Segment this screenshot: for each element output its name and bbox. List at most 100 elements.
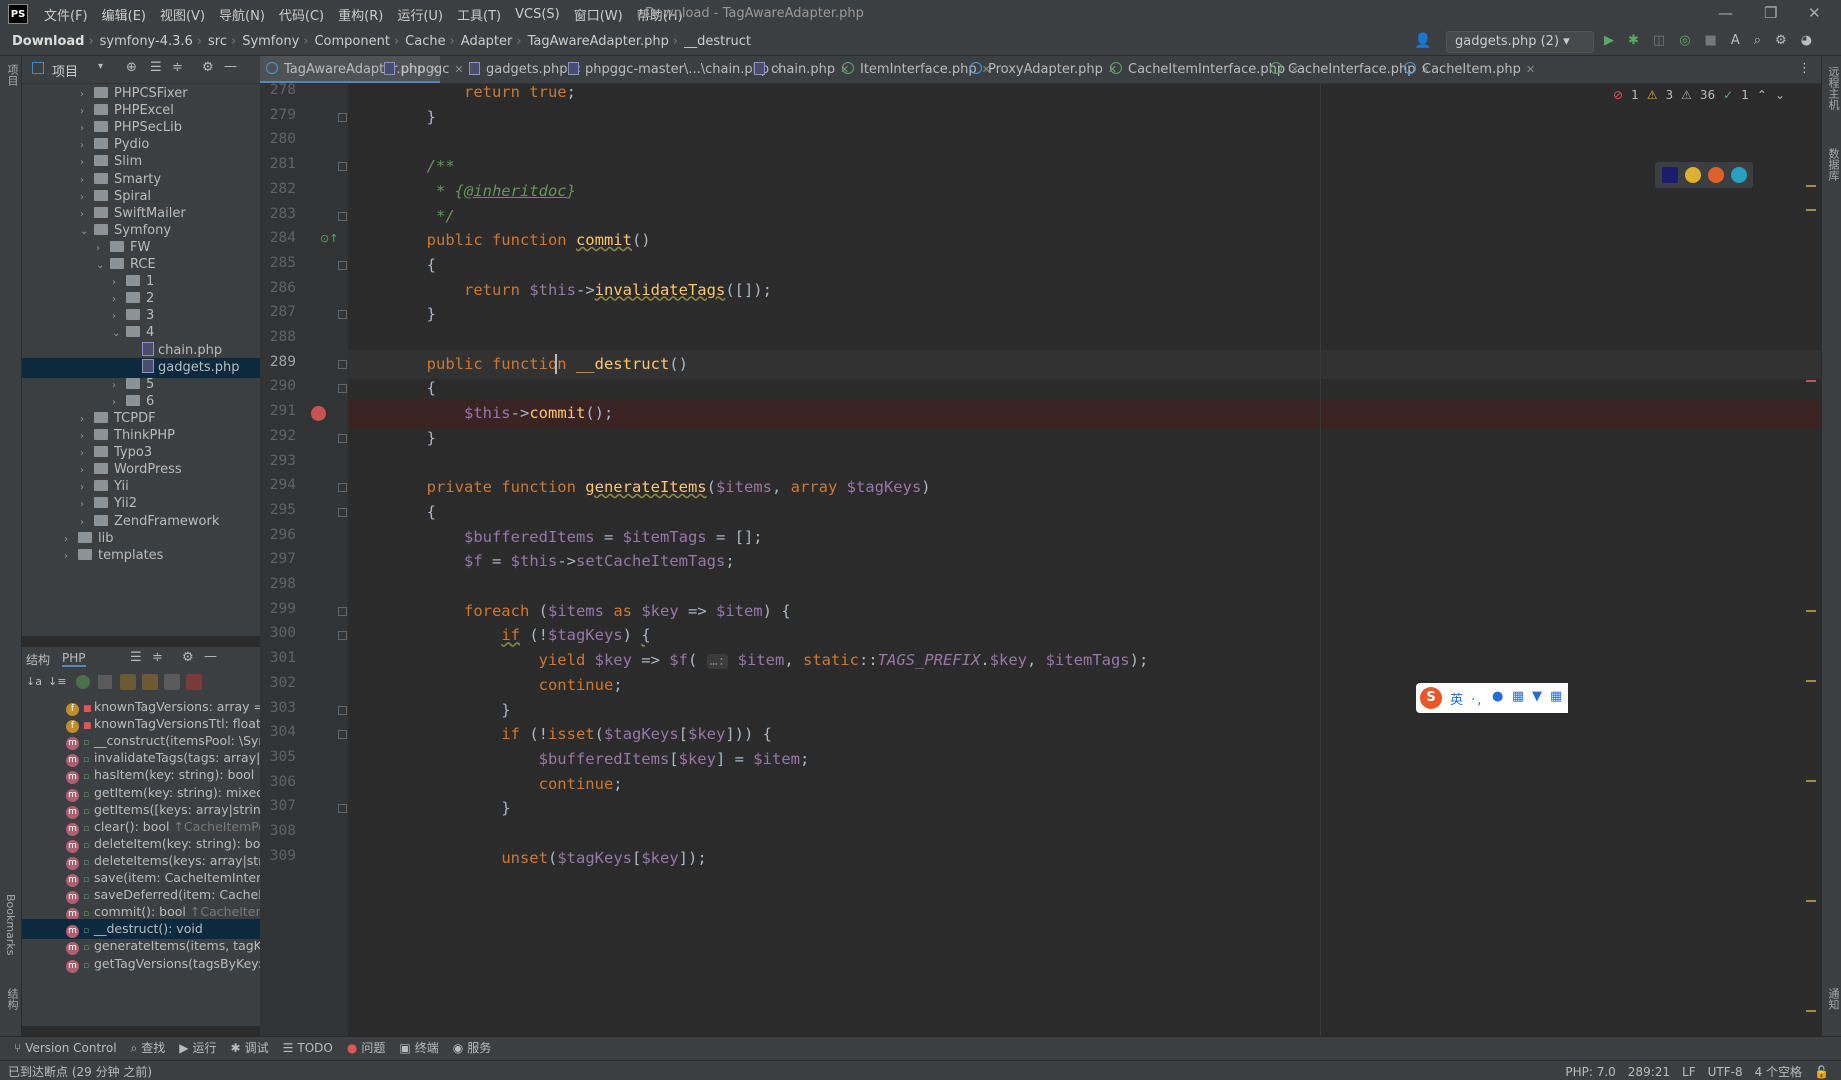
tree-item[interactable]: › templates	[22, 546, 260, 566]
fold-marker-icon[interactable]	[338, 433, 347, 443]
tab-structure[interactable]: 结构	[26, 651, 50, 668]
tab-php[interactable]: PHP	[62, 651, 86, 667]
breadcrumb-item[interactable]: Symfony	[242, 34, 299, 49]
line-separator[interactable]: LF	[1682, 1065, 1696, 1079]
close-icon[interactable]: ✕	[1526, 63, 1535, 76]
menu-item[interactable]: 导航(N)	[219, 5, 265, 24]
scroll-marker[interactable]	[1806, 780, 1816, 782]
php-level[interactable]: PHP: 7.0	[1565, 1065, 1615, 1079]
keyboard-icon[interactable]: ▦	[1512, 689, 1524, 704]
tab-file[interactable]: phpggc ✕	[378, 56, 464, 83]
collapse-all-icon[interactable]: ≑	[152, 650, 163, 665]
gear-icon[interactable]: ⚙	[182, 650, 194, 665]
chevron-right-icon[interactable]: ›	[64, 547, 74, 567]
fold-marker-icon[interactable]	[338, 705, 347, 715]
show-constants-icon[interactable]	[142, 674, 158, 690]
tab-file[interactable]: chain.php ✕	[748, 56, 849, 83]
sort-alpha-icon[interactable]: ↓a	[26, 675, 42, 688]
user-icon[interactable]: 👤	[1414, 33, 1431, 49]
scroll-marker[interactable]	[1806, 1010, 1816, 1012]
scroll-marker[interactable]	[1806, 680, 1816, 682]
coverage-icon[interactable]: ◫	[1653, 33, 1665, 48]
lock-icon[interactable]: 🔓	[1814, 1065, 1829, 1079]
notifications-tool-button[interactable]: 通知	[1825, 988, 1841, 1010]
chrome-icon[interactable]	[1685, 167, 1701, 183]
expand-all-icon[interactable]: ☰	[130, 650, 142, 665]
close-icon[interactable]: ✕	[1808, 4, 1821, 22]
collapse-all-icon[interactable]: ≑	[172, 60, 183, 75]
translate-icon[interactable]: A	[1731, 33, 1740, 48]
hide-icon[interactable]: —	[224, 59, 237, 74]
structure-tool-button[interactable]: 结构	[4, 988, 20, 1010]
tool-window-button[interactable]: ▶ 运行	[179, 1037, 216, 1060]
fold-marker-icon[interactable]	[338, 384, 347, 394]
fold-marker-icon[interactable]	[338, 631, 347, 641]
fold-marker-icon[interactable]	[338, 211, 347, 221]
show-private-icon[interactable]	[186, 674, 202, 690]
code-area[interactable]: return true; } /** * {@inheritdoc} */ pu…	[348, 84, 1821, 1037]
tab-file[interactable]: CacheItem.php ✕	[1398, 56, 1535, 83]
scroll-marker[interactable]	[1806, 380, 1816, 382]
menu-item[interactable]: 视图(V)	[160, 5, 205, 24]
structure-item[interactable]: m ▫ getTagVersions(tagsByKey:	[22, 954, 260, 974]
sort-visibility-icon[interactable]: ↓≡	[48, 675, 66, 688]
ime-mode-label[interactable]: 英 ·,	[1450, 689, 1483, 708]
tool-window-button[interactable]: ✱ 调试	[231, 1037, 269, 1060]
breadcrumb-item[interactable]: __destruct	[684, 34, 751, 49]
inherited-icon[interactable]	[76, 675, 90, 689]
indent-setting[interactable]: 4 个空格	[1755, 1063, 1802, 1080]
project-panel-title[interactable]: 项目	[52, 61, 78, 80]
status-message[interactable]: 已到达断点 (29 分钟 之前)	[8, 1063, 152, 1080]
fields-filter-icon[interactable]	[98, 675, 112, 689]
fold-marker-icon[interactable]	[338, 359, 347, 369]
update-icon[interactable]: ◕	[1801, 33, 1812, 48]
minimize-icon[interactable]: —	[1718, 4, 1733, 22]
gear-icon[interactable]: ⚙	[202, 60, 214, 75]
remote-host-tool-button[interactable]: 远程主机	[1825, 66, 1841, 110]
breadcrumb-item[interactable]: src	[208, 34, 227, 49]
profile-icon[interactable]: ◎	[1679, 33, 1690, 48]
breadcrumb-item[interactable]: Download	[12, 34, 84, 49]
locate-icon[interactable]: ⊕	[126, 60, 137, 75]
edge-icon[interactable]	[1731, 167, 1747, 183]
project-tool-button[interactable]: 项目	[4, 64, 20, 86]
gear-icon[interactable]: ⚙	[1775, 33, 1787, 48]
breadcrumb-item[interactable]: Component	[314, 34, 389, 49]
tool-window-button[interactable]: ⌕ 查找	[131, 1037, 166, 1060]
caret-position[interactable]: 289:21	[1628, 1065, 1670, 1079]
menu-item[interactable]: 窗口(W)	[574, 5, 623, 24]
breadcrumb-item[interactable]: Cache	[405, 34, 445, 49]
fold-marker-icon[interactable]	[338, 507, 347, 517]
toolbox-icon[interactable]: ▦	[1550, 689, 1562, 704]
firefox-icon[interactable]	[1708, 167, 1724, 183]
phpstorm-browser-icon[interactable]	[1662, 167, 1678, 183]
scroll-marker[interactable]	[1806, 185, 1816, 187]
fold-marker-icon[interactable]	[338, 730, 347, 740]
menu-item[interactable]: 重构(R)	[338, 5, 383, 24]
restore-icon[interactable]: ❐	[1764, 4, 1777, 22]
fold-marker-icon[interactable]	[338, 483, 347, 493]
chevron-down-icon[interactable]: ⌄	[1775, 88, 1785, 102]
microphone-icon[interactable]: ●	[1492, 689, 1503, 704]
run-icon[interactable]: ▶	[1604, 33, 1614, 48]
menu-item[interactable]: 编辑(E)	[102, 5, 146, 24]
skin-icon[interactable]: ▼	[1532, 689, 1542, 704]
menu-item[interactable]: 运行(U)	[397, 5, 443, 24]
implements-icon[interactable]: ⊙↑	[320, 232, 338, 245]
fold-marker-icon[interactable]	[338, 606, 347, 616]
bookmarks-tool-button[interactable]: Bookmarks	[4, 894, 17, 955]
search-icon[interactable]: ⌕	[1754, 33, 1761, 48]
tool-window-button[interactable]: ⑂ Version Control	[14, 1037, 117, 1060]
fold-marker-icon[interactable]	[338, 310, 347, 320]
breadcrumb-item[interactable]: Adapter	[461, 34, 513, 49]
tab-file[interactable]: ProxyAdapter.php ✕	[964, 56, 1117, 83]
more-tabs-icon[interactable]: ⋮	[1798, 61, 1811, 76]
code-line[interactable]: unset($tagKeys[$key]);	[348, 844, 1821, 873]
scroll-marker[interactable]	[1806, 610, 1816, 612]
breadcrumb-item[interactable]: symfony-4.3.6	[100, 34, 193, 49]
debug-icon[interactable]: ✱	[1628, 33, 1639, 48]
tool-window-button[interactable]: ▣ 终端	[399, 1037, 438, 1060]
fold-marker-icon[interactable]	[338, 112, 347, 122]
tool-window-button[interactable]: ● 问题	[347, 1037, 386, 1060]
scroll-marker[interactable]	[1806, 209, 1816, 211]
